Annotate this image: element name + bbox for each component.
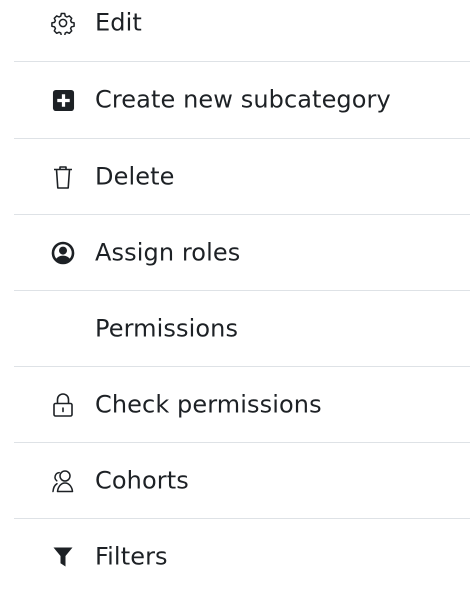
trash-icon bbox=[50, 164, 76, 190]
menu-item-check-permissions[interactable]: Check permissions bbox=[14, 367, 470, 443]
menu-item-edit[interactable]: Edit bbox=[14, 0, 470, 61]
menu-item-permissions-label: Permissions bbox=[95, 314, 239, 343]
actions-menu: Edit Create new subcategory Delete Assig… bbox=[0, 0, 470, 591]
menu-item-cohorts[interactable]: Cohorts bbox=[14, 443, 470, 519]
user-circle-icon bbox=[50, 240, 76, 266]
menu-item-assign-roles-label: Assign roles bbox=[95, 238, 241, 267]
menu-item-cohorts-label: Cohorts bbox=[95, 466, 189, 495]
menu-item-filters-label: Filters bbox=[95, 542, 168, 571]
menu-item-delete[interactable]: Delete bbox=[14, 139, 470, 215]
users-icon bbox=[50, 468, 76, 494]
unlock-icon bbox=[50, 392, 76, 418]
menu-item-check-permissions-label: Check permissions bbox=[95, 390, 322, 419]
menu-item-create-subcategory-label: Create new subcategory bbox=[95, 85, 391, 114]
menu-item-edit-label: Edit bbox=[95, 8, 142, 37]
plus-square-icon bbox=[50, 87, 76, 113]
gear-icon bbox=[50, 10, 76, 36]
menu-item-assign-roles[interactable]: Assign roles bbox=[14, 215, 470, 291]
menu-item-delete-label: Delete bbox=[95, 162, 175, 191]
menu-item-permissions[interactable]: Permissions bbox=[14, 291, 470, 367]
menu-item-filters[interactable]: Filters bbox=[14, 519, 470, 595]
filter-icon bbox=[50, 544, 76, 570]
menu-item-create-subcategory[interactable]: Create new subcategory bbox=[14, 62, 470, 138]
